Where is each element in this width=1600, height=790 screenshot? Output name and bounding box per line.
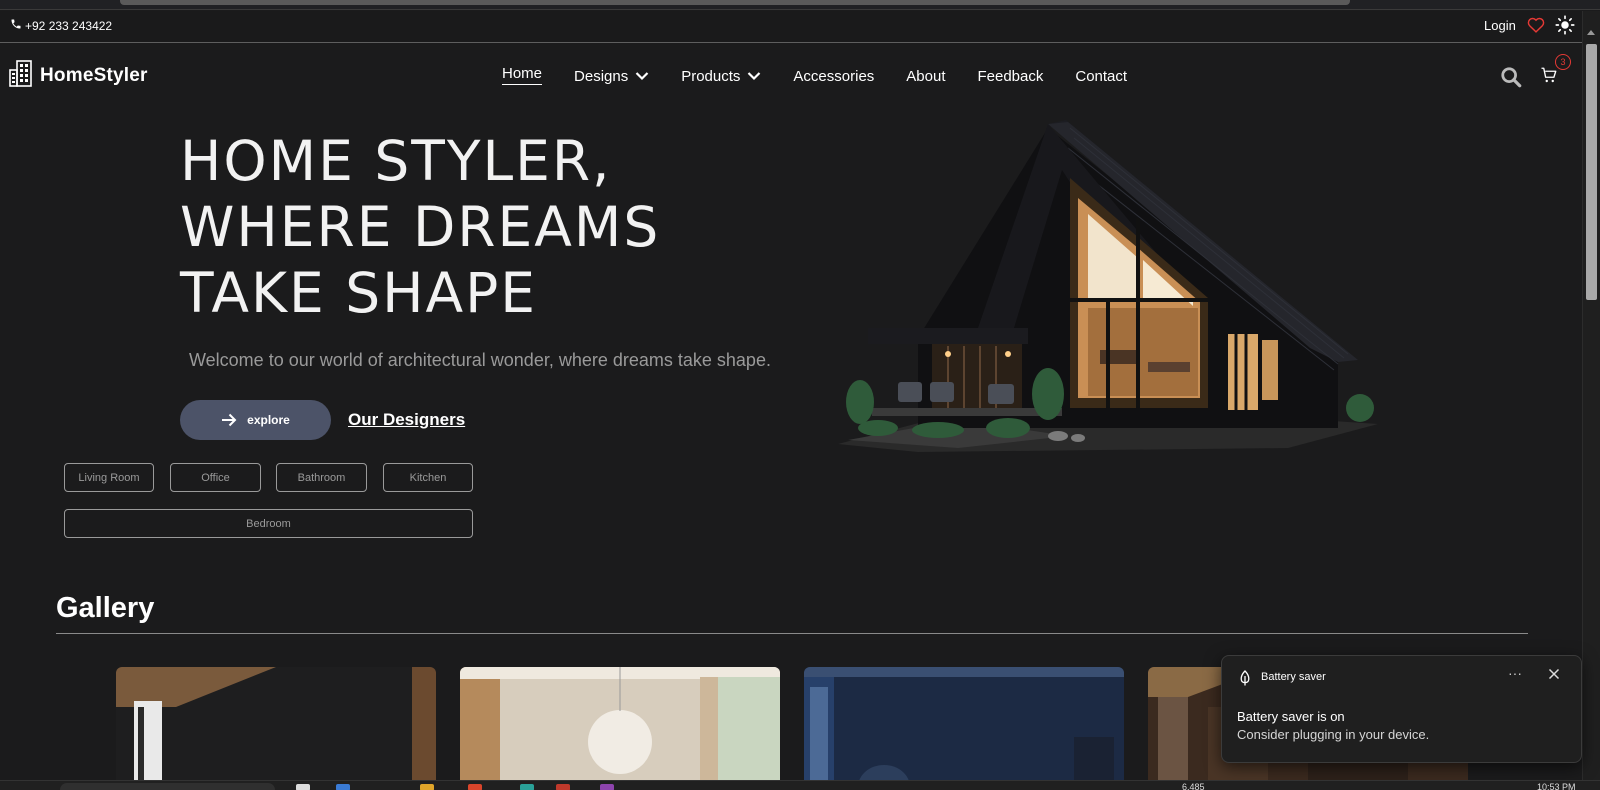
taskbar-app-icon[interactable] <box>600 784 614 790</box>
gallery-image <box>460 667 780 787</box>
taskbar-app-icon[interactable] <box>468 784 482 790</box>
taskbar-app-icon[interactable] <box>420 784 434 790</box>
taskbar-clock[interactable]: 10:53 PM <box>1537 782 1576 790</box>
toast-app-name: Battery saver <box>1261 671 1326 683</box>
taskbar-app-icon[interactable] <box>296 784 310 790</box>
gallery-heading: Gallery <box>56 592 155 624</box>
taskbar-app-icon[interactable] <box>556 784 570 790</box>
browser-tab-strip <box>0 0 1600 10</box>
taskbar-app-icon[interactable] <box>520 784 534 790</box>
gallery-image <box>804 667 1124 787</box>
scrollbar-thumb[interactable] <box>1586 44 1597 300</box>
category-chip-kitchen[interactable]: Kitchen <box>383 463 473 492</box>
hero-house-image <box>838 120 1378 452</box>
nav-feedback-label: Feedback <box>977 67 1044 85</box>
chevron-down-icon <box>635 72 649 81</box>
search-icon[interactable] <box>1500 66 1522 93</box>
nav-about-label: About <box>906 67 946 85</box>
category-chip-bathroom[interactable]: Bathroom <box>276 463 367 492</box>
explore-label: explore <box>247 413 290 427</box>
toast-title: Battery saver is on <box>1237 709 1345 724</box>
main-nav: Home Designs Products Accessories About … <box>502 65 1159 85</box>
nav-feedback[interactable]: Feedback <box>977 68 1043 85</box>
phone-contact: +92 233 243422 <box>10 18 112 33</box>
cart-count-badge: 3 <box>1555 54 1571 70</box>
toast-body: Consider plugging in your device. <box>1237 727 1430 742</box>
os-taskbar: 6,485 10:53 PM <box>0 780 1600 790</box>
nav-about[interactable]: About <box>906 68 945 85</box>
close-icon[interactable] <box>1548 667 1560 685</box>
toast-more-button[interactable]: ··· <box>1508 665 1522 681</box>
hero-title-line: TAKE SHAPE <box>180 261 538 325</box>
gallery-card-blue-room[interactable] <box>804 667 1124 787</box>
nav-home-label: Home <box>502 65 543 82</box>
category-chip-living-room[interactable]: Living Room <box>64 463 154 492</box>
hero-title-line: WHERE DREAMS <box>180 195 661 259</box>
hero-title: HOME STYLER, WHERE DREAMS TAKE SHAPE <box>180 128 660 326</box>
nav-contact[interactable]: Contact <box>1075 68 1127 85</box>
our-designers-link[interactable]: Our Designers <box>348 410 465 430</box>
explore-button[interactable]: explore <box>180 400 331 440</box>
nav-contact-label: Contact <box>1075 67 1128 85</box>
login-link[interactable]: Login <box>1484 18 1516 33</box>
gallery-divider <box>56 633 1528 634</box>
building-icon <box>8 58 34 93</box>
nav-products-label: Products <box>681 67 741 85</box>
cart-icon[interactable] <box>1540 66 1558 89</box>
heart-icon[interactable] <box>1527 17 1545 38</box>
gallery-card-dark-room[interactable] <box>116 667 436 787</box>
battery-saver-toast: Battery saver ··· Battery saver is on Co… <box>1221 655 1582 763</box>
gallery-image <box>116 667 436 787</box>
taskbar-app-icon[interactable] <box>336 784 350 790</box>
sun-icon[interactable] <box>1555 15 1575 40</box>
browser-address-pill <box>120 0 1350 5</box>
taskbar-search[interactable] <box>60 783 275 790</box>
taskbar-notification-count[interactable]: 6,485 <box>1182 782 1205 790</box>
nav-designs-label: Designs <box>574 67 629 85</box>
gallery-card-bright-room[interactable] <box>460 667 780 787</box>
arrow-right-icon <box>222 413 237 427</box>
nav-accessories[interactable]: Accessories <box>793 68 874 85</box>
hero-subtitle: Welcome to our world of architectural wo… <box>189 350 771 370</box>
leaf-icon <box>1238 670 1252 691</box>
top-info-bar: +92 233 243422 Login <box>0 11 1582 43</box>
nav-accessories-label: Accessories <box>793 67 875 85</box>
brand-name: HomeStyler <box>40 64 148 86</box>
category-chip-office[interactable]: Office <box>170 463 261 492</box>
chevron-down-icon <box>748 72 761 81</box>
brand-logo[interactable]: HomeStyler <box>8 58 148 93</box>
phone-number: +92 233 243422 <box>25 18 113 33</box>
scroll-up-arrow[interactable] <box>1587 30 1595 35</box>
nav-products[interactable]: Products <box>681 68 761 85</box>
nav-designs[interactable]: Designs <box>574 68 649 85</box>
nav-home[interactable]: Home <box>502 65 543 85</box>
phone-icon <box>10 18 22 33</box>
category-chip-bedroom[interactable]: Bedroom <box>64 509 473 538</box>
hero-title-line: HOME STYLER, <box>180 129 612 193</box>
